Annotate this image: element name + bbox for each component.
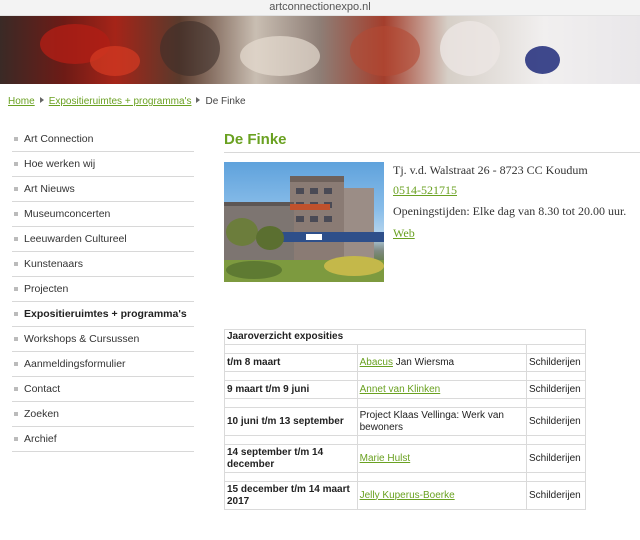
title-divider (224, 152, 640, 153)
sidebar-item-label: Art Connection (24, 133, 94, 145)
table-row: t/m 8 maart Abacus Jan Wiersma Schilderi… (224, 353, 586, 372)
sidebar-nav: Art Connection Hoe werken wij Art Nieuws… (12, 127, 194, 452)
sidebar-item-label: Aanmeldingsformulier (24, 358, 126, 370)
exhibition-type: Schilderijen (526, 481, 586, 510)
exhibition-date: t/m 8 maart (224, 353, 358, 372)
table-row: 14 september t/m 14 december Marie Hulst… (224, 444, 586, 473)
exhibition-artist: Abacus Jan Wiersma (356, 353, 528, 372)
sidebar-item-art-connection[interactable]: Art Connection (12, 127, 194, 152)
sidebar-item-label: Art Nieuws (24, 183, 75, 195)
header-banner-image (0, 16, 640, 84)
sidebar-item-label: Zoeken (24, 408, 60, 420)
bullet-icon (14, 337, 18, 341)
sidebar-item-museumconcerten[interactable]: Museumconcerten (12, 202, 194, 227)
sidebar-item-label: Museumconcerten (24, 208, 111, 220)
table-row: 10 juni t/m 13 september Project Klaas V… (224, 407, 586, 436)
table-row: 15 december t/m 14 maart 2017 Jelly Kupe… (224, 481, 586, 510)
sidebar-item-label: Kunstenaars (24, 258, 83, 270)
sidebar-item-projecten[interactable]: Projecten (12, 277, 194, 302)
sidebar-item-label: Projecten (24, 283, 69, 295)
sidebar-item-workshops[interactable]: Workshops & Cursussen (12, 327, 194, 352)
bullet-icon (14, 212, 18, 216)
bullet-icon (14, 287, 18, 291)
sidebar-item-label: Expositieruimtes + programma's (24, 308, 187, 320)
bullet-icon (14, 437, 18, 441)
sidebar-item-label: Hoe werken wij (24, 158, 96, 170)
artist-link[interactable]: Abacus (360, 357, 393, 368)
building-illustration (224, 176, 384, 282)
bullet-icon (14, 362, 18, 366)
sidebar-item-kunstenaars[interactable]: Kunstenaars (12, 252, 194, 277)
breadcrumb-arrow-icon (196, 97, 201, 103)
bullet-icon (14, 137, 18, 141)
breadcrumb-current: De Finke (205, 96, 246, 107)
sidebar-item-expositieruimtes[interactable]: Expositieruimtes + programma's (12, 302, 194, 327)
sidebar-item-hoe-werken-wij[interactable]: Hoe werken wij (12, 152, 194, 177)
venue-address: Tj. v.d. Walstraat 26 - 8723 CC Koudum (393, 163, 588, 177)
opening-hours: Openingstijden: Elke dag van 8.30 tot 20… (393, 204, 627, 218)
table-header: Jaaroverzicht exposities (224, 329, 586, 345)
bullet-icon (14, 262, 18, 266)
bullet-icon (14, 237, 18, 241)
artist-link[interactable]: Marie Hulst (360, 453, 411, 464)
sidebar-item-label: Archief (24, 433, 57, 445)
web-link[interactable]: Web (393, 226, 415, 240)
sidebar-item-contact[interactable]: Contact (12, 377, 194, 402)
bullet-icon (14, 387, 18, 391)
sidebar-item-zoeken[interactable]: Zoeken (12, 402, 194, 427)
exhibition-type: Schilderijen (526, 407, 586, 436)
table-header-row: Jaaroverzicht exposities (224, 329, 586, 345)
exhibition-artist: Annet van Klinken (356, 380, 528, 399)
venue-photo (224, 162, 384, 282)
exhibition-type: Schilderijen (526, 353, 586, 372)
page-title: De Finke (224, 131, 287, 148)
sidebar-item-art-nieuws[interactable]: Art Nieuws (12, 177, 194, 202)
bullet-icon (14, 412, 18, 416)
artist-link[interactable]: Annet van Klinken (360, 384, 441, 395)
exhibition-artist: Project Klaas Vellinga: Werk van bewoner… (356, 407, 528, 436)
exhibition-type: Schilderijen (526, 444, 586, 473)
bullet-icon (14, 312, 18, 316)
exhibition-date: 15 december t/m 14 maart 2017 (224, 481, 358, 510)
sidebar-item-label: Contact (24, 383, 61, 395)
exhibition-type: Schilderijen (526, 380, 586, 399)
exhibition-date: 10 juni t/m 13 september (224, 407, 358, 436)
artist-link[interactable]: Jelly Kuperus-Boerke (360, 490, 455, 501)
venue-info: Tj. v.d. Walstraat 26 - 8723 CC Koudum 0… (393, 163, 626, 246)
exhibition-date: 9 maart t/m 9 juni (224, 380, 358, 399)
exhibitions-table: Jaaroverzicht exposities t/m 8 maart Aba… (224, 329, 586, 510)
exhibition-artist: Jelly Kuperus-Boerke (356, 481, 528, 510)
exhibition-date: 14 september t/m 14 december (224, 444, 358, 473)
bullet-icon (14, 162, 18, 166)
phone-link[interactable]: 0514-521715 (393, 183, 457, 197)
exhibition-artist: Marie Hulst (356, 444, 528, 473)
url-text: artconnectionexpo.nl (269, 1, 371, 13)
sidebar-item-label: Leeuwarden Cultureel (24, 233, 127, 245)
sidebar-item-archief[interactable]: Archief (12, 427, 194, 452)
bullet-icon (14, 187, 18, 191)
sidebar-item-label: Workshops & Cursussen (24, 333, 140, 345)
artist-name: Jan Wiersma (392, 356, 455, 368)
breadcrumb-section-link[interactable]: Expositieruimtes + programma's (49, 96, 192, 107)
address-bar[interactable]: artconnectionexpo.nl (0, 0, 640, 16)
artist-name: Project Klaas Vellinga: Werk van bewoner… (359, 409, 504, 433)
breadcrumb: Home Expositieruimtes + programma's De Fin… (8, 96, 246, 107)
sidebar-item-aanmeldingsformulier[interactable]: Aanmeldingsformulier (12, 352, 194, 377)
breadcrumb-arrow-icon (39, 97, 44, 103)
table-row: 9 maart t/m 9 juni Annet van Klinken Sch… (224, 380, 586, 399)
breadcrumb-home-link[interactable]: Home (8, 96, 35, 107)
sidebar-item-leeuwarden-cultureel[interactable]: Leeuwarden Cultureel (12, 227, 194, 252)
